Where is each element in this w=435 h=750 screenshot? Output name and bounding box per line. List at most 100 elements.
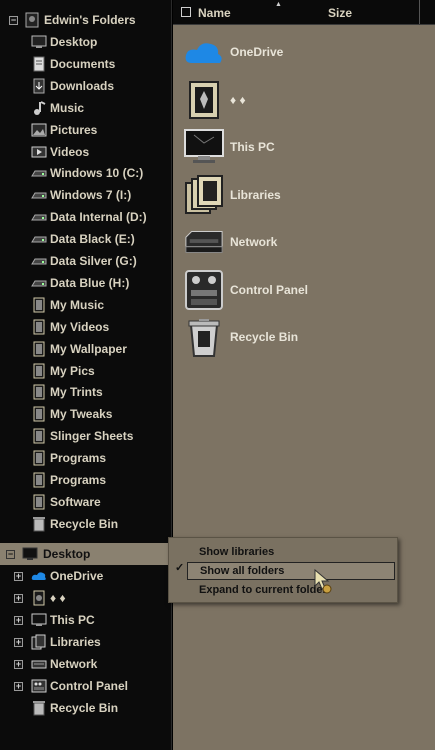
content-item[interactable]: Network (181, 220, 421, 264)
expand-toggle[interactable]: + (14, 637, 23, 647)
nav-desktop-child[interactable]: + ♦ ♦ (0, 587, 172, 609)
nav-item[interactable]: Data Silver (G:) (0, 250, 172, 272)
folder-icon (31, 363, 47, 379)
content-item[interactable]: ♦ ♦ (181, 78, 421, 122)
check-icon: ✓ (175, 562, 185, 574)
content-item[interactable]: OneDrive (181, 30, 421, 74)
folder-icon (31, 297, 47, 313)
nav-item[interactable]: Videos (0, 141, 172, 163)
nav-item[interactable]: Data Blue (H:) (0, 272, 172, 294)
collapse-toggle[interactable]: − (9, 15, 18, 25)
expand-toggle[interactable]: + (14, 571, 23, 581)
nav-item-label: Documents (50, 56, 116, 71)
nav-item[interactable]: Programs (0, 469, 172, 491)
nav-item-label: Windows 10 (C:) (50, 166, 144, 181)
menu-item-show-all-folders[interactable]: Show all folders (187, 562, 395, 580)
nav-desktop-child[interactable]: Recycle Bin (0, 697, 172, 719)
nav-item[interactable]: Music (0, 97, 172, 119)
nav-item-label: Data Internal (D:) (50, 210, 147, 225)
this-pc-icon (31, 612, 47, 628)
mouse-cursor-icon (314, 568, 332, 594)
nav-item[interactable]: Documents (0, 53, 172, 75)
expand-toggle[interactable]: + (14, 615, 23, 625)
network-icon (31, 656, 47, 672)
column-name-header[interactable]: Name (198, 6, 231, 20)
nav-item[interactable]: Windows 10 (C:) (0, 162, 172, 184)
folder-icon (31, 406, 47, 422)
collapse-toggle[interactable]: − (6, 549, 15, 559)
nav-item-label: Data Blue (H:) (50, 275, 130, 290)
select-all-checkbox[interactable] (181, 7, 191, 17)
content-item-label: This PC (230, 140, 275, 154)
content-item[interactable]: Control Panel (181, 268, 421, 312)
nav-item-label: Pictures (50, 122, 98, 137)
nav-item-label: Recycle Bin (50, 516, 119, 531)
expand-toggle[interactable]: + (14, 659, 23, 669)
videos-icon (31, 144, 47, 160)
menu-item-expand-to-current-folder[interactable]: Expand to current folder (187, 581, 395, 599)
drive-icon (31, 187, 47, 203)
nav-desktop-child[interactable]: + This PC (0, 609, 172, 631)
nav-item[interactable]: Data Internal (D:) (0, 206, 172, 228)
user-folder-icon (184, 80, 224, 120)
nav-desktop-child[interactable]: + Network (0, 653, 172, 675)
nav-item[interactable]: Pictures (0, 119, 172, 141)
nav-desktop-child[interactable]: + Control Panel (0, 675, 172, 697)
user-folder-icon (31, 590, 47, 606)
libraries-icon (31, 634, 47, 650)
nav-item[interactable]: My Wallpaper (0, 338, 172, 360)
nav-item[interactable]: My Tweaks (0, 403, 172, 425)
nav-item-label: This PC (50, 613, 95, 627)
nav-desktop-child[interactable]: + OneDrive (0, 565, 172, 587)
expand-toggle[interactable]: + (14, 593, 23, 603)
nav-item[interactable]: Downloads (0, 75, 172, 97)
nav-desktop-child[interactable]: + Libraries (0, 631, 172, 653)
nav-item-label: Desktop (50, 35, 98, 49)
menu-item-show-libraries[interactable]: Show libraries (187, 543, 395, 561)
network-icon (184, 222, 224, 262)
content-item-label: Recycle Bin (230, 330, 299, 344)
nav-item-label: Windows 7 (I:) (50, 188, 132, 203)
recycle-bin-icon (184, 317, 224, 357)
nav-item-label: Control Panel (50, 679, 129, 693)
nav-item[interactable]: My Videos (0, 316, 172, 338)
nav-item-label: Libraries (50, 635, 101, 649)
music-icon (31, 100, 47, 116)
downloads-icon (31, 78, 47, 94)
user-folder-icon (24, 12, 40, 28)
content-item[interactable]: Recycle Bin (181, 315, 421, 359)
content-item-label: OneDrive (230, 45, 284, 59)
column-size-header[interactable]: Size (328, 6, 352, 20)
drive-icon (31, 231, 47, 247)
content-item-label: Libraries (230, 188, 281, 202)
nav-item[interactable]: Data Black (E:) (0, 228, 172, 250)
nav-item-label: My Pics (50, 363, 95, 378)
nav-item[interactable]: Slinger Sheets (0, 425, 172, 447)
column-separator[interactable] (419, 0, 420, 24)
drive-icon (31, 209, 47, 225)
content-item-label: Control Panel (230, 283, 309, 297)
nav-item[interactable]: My Trints (0, 381, 172, 403)
content-item-label: Network (230, 235, 278, 249)
nav-item[interactable]: Windows 7 (I:) (0, 184, 172, 206)
nav-item[interactable]: Desktop (0, 31, 172, 53)
nav-item[interactable]: My Pics (0, 360, 172, 382)
nav-item[interactable]: Software (0, 491, 172, 513)
expand-toggle[interactable]: + (14, 681, 23, 691)
this-pc-icon (184, 127, 224, 167)
nav-item[interactable]: My Music (0, 294, 172, 316)
nav-item-label: OneDrive (50, 569, 104, 583)
sort-arrow-icon: ▲ (275, 1, 282, 8)
recycle-bin-icon (31, 516, 47, 532)
drive-icon (31, 253, 47, 269)
nav-item[interactable]: Programs (0, 447, 172, 469)
nav-item-label: Slinger Sheets (50, 429, 134, 444)
nav-item[interactable]: Recycle Bin (0, 513, 172, 535)
folder-icon (31, 384, 47, 400)
nav-root-edwins-folders[interactable]: − Edwin's Folders (0, 9, 172, 31)
nav-item-label: My Trints (50, 385, 103, 400)
folder-icon (31, 494, 47, 510)
nav-desktop-node[interactable]: − Desktop (0, 543, 172, 565)
content-item[interactable]: This PC (181, 125, 421, 169)
content-item[interactable]: Libraries (181, 173, 421, 217)
